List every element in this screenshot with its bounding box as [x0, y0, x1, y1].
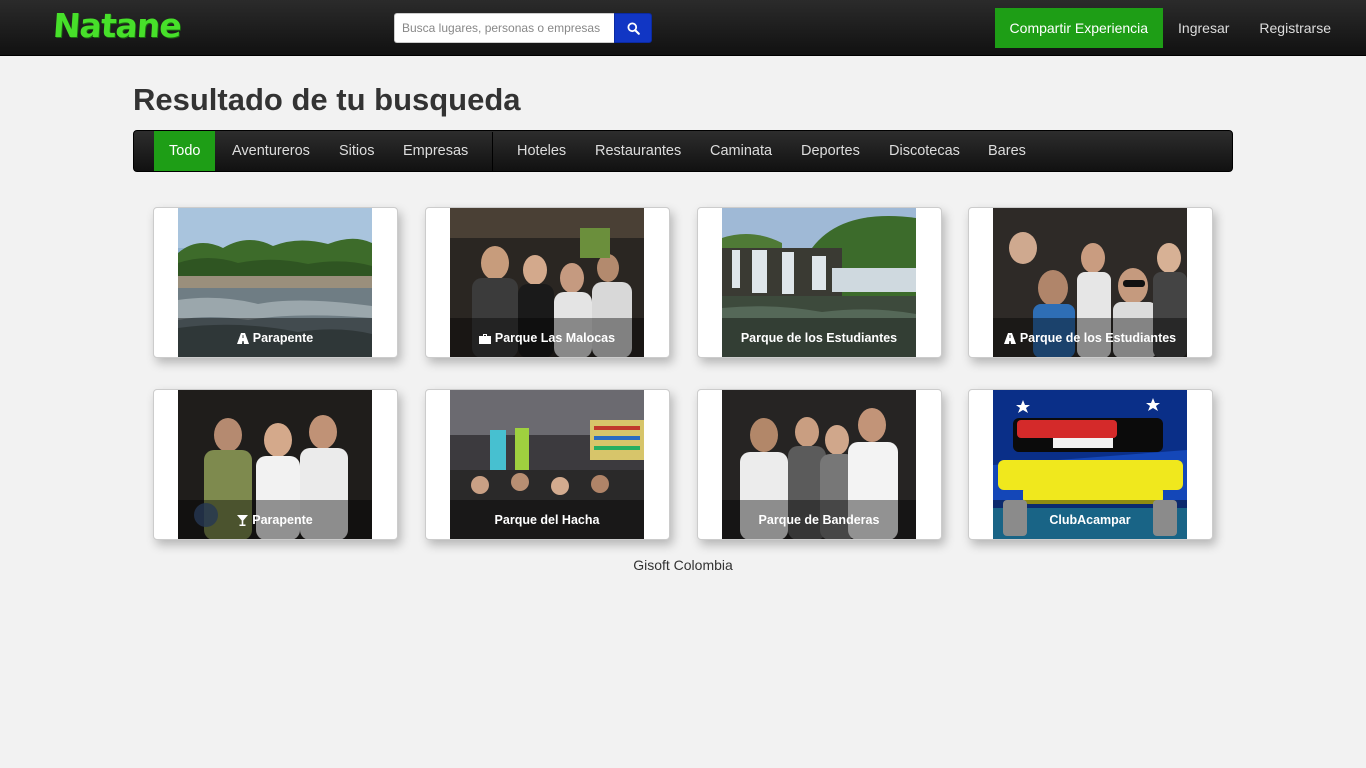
result-card-title: Parque de los Estudiantes	[740, 331, 898, 345]
result-card-title: Parapente	[252, 513, 313, 527]
filter-tab-bares[interactable]: Bares	[973, 131, 1041, 171]
result-card-caption: Parque de Banderas	[722, 500, 916, 539]
filter-tab-todo[interactable]: Todo	[154, 131, 216, 171]
result-card[interactable]: Parque de los Estudiantes	[697, 207, 942, 358]
result-card-title: Parque Las Malocas	[494, 331, 616, 345]
result-card-title: Parapente	[252, 331, 314, 345]
page-title: Resultado de tu busqueda	[133, 82, 521, 117]
share-experience-button[interactable]: Compartir Experiencia	[994, 8, 1164, 48]
search-icon	[626, 21, 640, 35]
filter-divider	[492, 132, 493, 172]
filter-tab-restaurantes[interactable]: Restaurantes	[580, 131, 696, 171]
cocktail-icon	[237, 514, 249, 526]
result-card[interactable]: Parque del Hacha	[425, 389, 670, 540]
filter-tab-discotecas[interactable]: Discotecas	[874, 131, 975, 171]
filter-tab-aventureros[interactable]: Aventureros	[217, 131, 325, 171]
result-card-caption: Parapente	[178, 500, 372, 539]
road-icon	[236, 332, 249, 344]
result-card[interactable]: Parapente	[153, 389, 398, 540]
result-card[interactable]: Parque de Banderas	[697, 389, 942, 540]
search-form	[394, 13, 652, 43]
result-card-caption: Parapente	[178, 318, 372, 357]
result-card[interactable]: ClubAcampar	[968, 389, 1213, 540]
filter-tab-deportes[interactable]: Deportes	[786, 131, 875, 171]
search-input[interactable]	[394, 13, 614, 43]
login-link[interactable]: Ingresar	[1163, 8, 1244, 48]
result-card-title: ClubAcampar	[1049, 513, 1131, 527]
filter-tab-sitios[interactable]: Sitios	[324, 131, 389, 171]
category-filter-bar: Todo Aventureros Sitios Empresas Hoteles…	[133, 130, 1233, 172]
result-card-caption: Parque del Hacha	[450, 500, 644, 539]
result-card-caption: Parque de los Estudiantes	[993, 318, 1187, 357]
result-card-title: Parque de Banderas	[758, 513, 880, 527]
footer-credit: Gisoft Colombia	[633, 557, 733, 573]
natane-logo[interactable]: Natane	[52, 6, 183, 45]
result-card[interactable]: Parque Las Malocas	[425, 207, 670, 358]
result-card-title: Parque de los Estudiantes	[1019, 331, 1177, 345]
result-card[interactable]: Parque de los Estudiantes	[968, 207, 1213, 358]
search-button[interactable]	[614, 13, 652, 43]
register-link[interactable]: Registrarse	[1244, 8, 1366, 48]
result-card-title: Parque del Hacha	[494, 513, 600, 527]
filter-tab-empresas[interactable]: Empresas	[388, 131, 483, 171]
top-navbar: Natane Compartir Experiencia Ingresar Re…	[0, 0, 1366, 56]
filter-tab-caminata[interactable]: Caminata	[695, 131, 787, 171]
result-card-caption: Parque de los Estudiantes	[722, 318, 916, 357]
filter-tab-hoteles[interactable]: Hoteles	[502, 131, 581, 171]
result-card-caption: Parque Las Malocas	[450, 318, 644, 357]
result-card-caption: ClubAcampar	[993, 500, 1187, 539]
result-card[interactable]: Parapente	[153, 207, 398, 358]
road-icon	[1003, 332, 1016, 344]
suitcase-icon	[478, 333, 491, 344]
header-actions: Compartir Experiencia Ingresar Registrar…	[994, 8, 1366, 48]
